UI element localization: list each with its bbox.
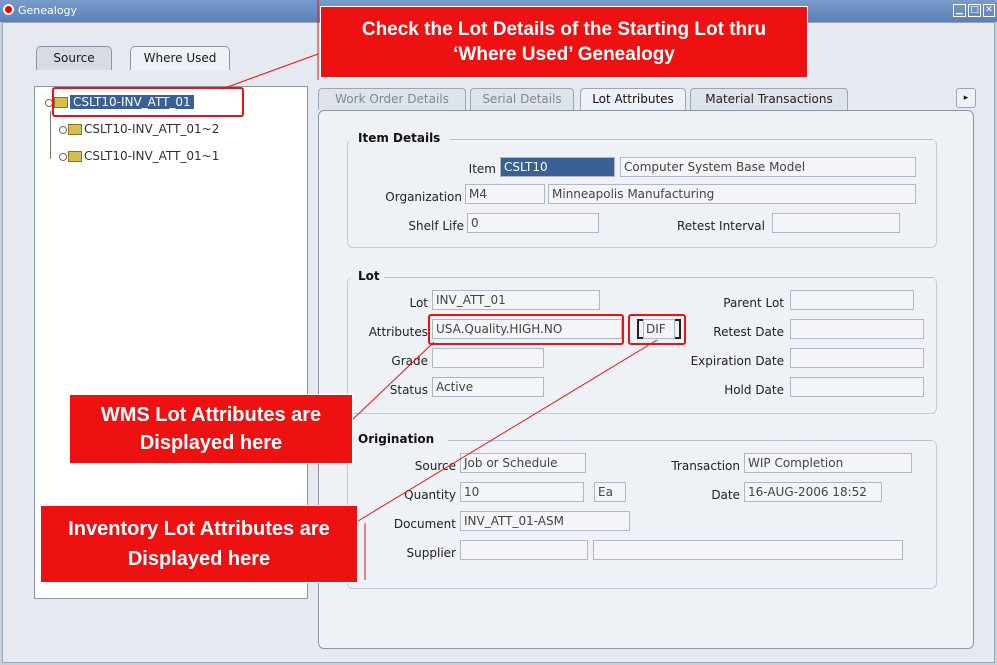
callout-wms-attributes: WMS Lot Attributes are Displayed here (69, 394, 353, 464)
callout-starting-lot: Check the Lot Details of the Starting Lo… (320, 6, 808, 78)
callout-inventory-attributes: Inventory Lot Attributes are Displayed h… (40, 505, 358, 583)
dff-highlight (628, 314, 686, 345)
root-node-highlight (52, 87, 244, 117)
wms-attributes-highlight (428, 314, 624, 345)
